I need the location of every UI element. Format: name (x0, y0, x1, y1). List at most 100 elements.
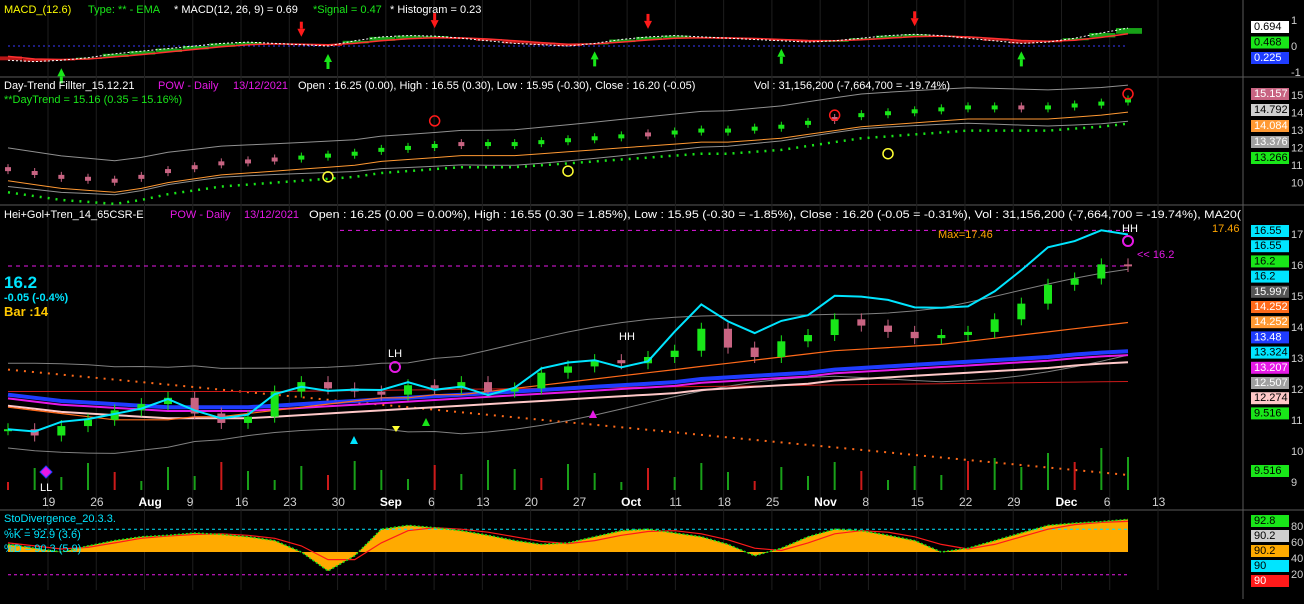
volume-bar (140, 481, 143, 490)
volume-bar (113, 472, 116, 490)
max-label: Max=17.46 (938, 229, 993, 241)
candle-body (404, 385, 412, 395)
daytrend-tick: 10 (1291, 178, 1303, 190)
daytrend-value-label: **DayTrend = 15.16 (0.35 = 15.16%) (4, 94, 182, 106)
buy-arrow-stem (779, 56, 783, 64)
main-date: 13/12/2021 (244, 209, 299, 221)
volume-bar (220, 462, 223, 490)
x-tick-label: 22 (959, 495, 973, 509)
candle-body (484, 382, 492, 392)
macd-tick: 0 (1291, 41, 1297, 53)
candle-body (377, 391, 386, 395)
volume-bar (273, 480, 276, 490)
main-badge-text: 15.997 (1254, 286, 1288, 298)
candle-body (564, 366, 572, 373)
sell-arrow-stem (913, 11, 917, 19)
main-badge-text: 12.507 (1254, 377, 1288, 389)
main-badge-text: 13.48 (1254, 331, 1282, 343)
main-title: Hei+Gol+Tren_14_65CSR-E (4, 209, 144, 221)
volume-bar (593, 473, 596, 490)
candle-body (1017, 303, 1026, 320)
main-volume-badge-text: 9.516 (1254, 465, 1282, 477)
macd-badge-text: 0.468 (1254, 37, 1282, 49)
x-tick-label: 18 (718, 495, 732, 509)
volume-bar (33, 468, 36, 490)
main-tick: 10 (1291, 446, 1303, 458)
daytrend-badge-text: 13.266 (1254, 152, 1288, 164)
sto-badge-text: 90 (1254, 575, 1266, 587)
x-tick-label: Oct (621, 495, 641, 509)
candle-body (697, 328, 706, 351)
main-tick: 13 (1291, 353, 1303, 365)
main-badge-text: 16.2 (1254, 271, 1275, 283)
sto-tick: 60 (1291, 537, 1303, 549)
sto-d-label: %D = 90.3 (5.9) (4, 543, 81, 555)
candle-body (777, 341, 786, 357)
main-ohlc: Open : 16.25 (0.00 = 0.00%), High : 16.5… (309, 209, 1241, 221)
daytrend-badge-text: 14.792 (1254, 104, 1288, 116)
bar-count: Bar :14 (4, 304, 49, 319)
main-tick: 11 (1291, 415, 1302, 427)
main-badge-text: 13.324 (1254, 347, 1288, 359)
sto-tick: 20 (1291, 569, 1303, 581)
main-tick: 15 (1291, 291, 1303, 303)
volume-bar (300, 466, 303, 490)
main-badge-text: 16.55 (1254, 225, 1282, 237)
sto-badge-text: 90.2 (1254, 545, 1275, 557)
daytrend-badge-text: 14.084 (1254, 120, 1288, 132)
sto-badge-text: 92.8 (1254, 515, 1275, 527)
daytrend-tick: 13 (1291, 125, 1303, 137)
histogram-value-label: * Histogram = 0.23 (390, 4, 481, 16)
daytrend-ohlc: Open : 16.25 (0.00), High : 16.55 (0.30)… (298, 80, 695, 92)
candle-body (804, 335, 812, 342)
volume-bar (167, 467, 169, 490)
main-badge-text: 14.252 (1254, 316, 1288, 328)
daytrend-title: Day-Trend Fillter_15.12.21 (4, 80, 134, 92)
volume-bar (860, 471, 863, 490)
main-symbol: POW - Daily (170, 209, 231, 221)
last-price: 16.2 (4, 273, 37, 292)
main-badge-text: 9.516 (1254, 407, 1282, 419)
macd-tick: -1 (1291, 67, 1301, 79)
candle-body (57, 426, 66, 436)
volume-bar (1073, 462, 1076, 490)
signal-value-label: *Signal = 0.47 (313, 4, 382, 16)
volume-bar (60, 477, 63, 490)
volume-bar (673, 477, 676, 490)
volume-bar (487, 460, 489, 490)
volume-bar (727, 472, 729, 490)
buy-arrow-stem (326, 62, 330, 69)
macd-badge-text: 0.694 (1254, 21, 1282, 33)
daytrend-tick: 15 (1291, 90, 1303, 102)
volume-bar (940, 475, 943, 490)
volume-bar (1020, 467, 1023, 490)
daytrend-date: 13/12/2021 (233, 80, 288, 92)
main-badge-text: 12.274 (1254, 392, 1288, 404)
volume-bar (993, 458, 996, 490)
main-badge-text: 13.207 (1254, 362, 1288, 374)
volume-bar (407, 479, 409, 490)
main-badge-text: 16.2 (1254, 255, 1275, 267)
sto-tick: 80 (1291, 521, 1303, 533)
buy-arrow-stem (593, 59, 597, 67)
candle-body (884, 325, 892, 332)
volume-bar (460, 474, 463, 490)
candle-body (910, 331, 919, 339)
volume-bar (247, 471, 249, 490)
max-value: 17.46 (1212, 223, 1240, 235)
x-tick-label: 15 (911, 495, 925, 509)
sto-tick: 40 (1291, 553, 1303, 565)
volume-bar (753, 481, 756, 490)
x-tick-label: Aug (139, 495, 162, 509)
x-tick-label: 13 (476, 495, 490, 509)
volume-bar (620, 482, 623, 490)
volume-bar (647, 468, 649, 490)
daytrend-tick: 12 (1291, 143, 1303, 155)
x-tick-label: 19 (42, 495, 56, 509)
macd-badge-text: 0.225 (1254, 52, 1282, 64)
buy-arrow-stem (1019, 59, 1023, 67)
macd-value-label: * MACD(12, 26, 9) = 0.69 (174, 4, 298, 16)
macd-tick: 1 (1291, 15, 1297, 27)
sto-k-label: %K = 92.9 (3.6) (4, 529, 81, 541)
main-tick: 12 (1291, 384, 1303, 396)
